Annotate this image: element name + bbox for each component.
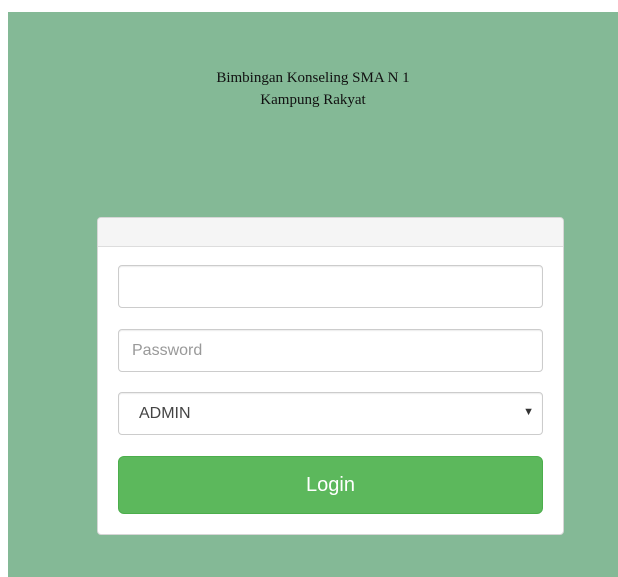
page-title: Bimbingan Konseling SMA N 1 Kampung Raky… [8,67,618,111]
title-line-1: Bimbingan Konseling SMA N 1 [216,70,410,86]
login-panel-heading [98,218,563,247]
login-panel: ADMIN ▼ Login [97,217,564,535]
page-background: Bimbingan Konseling SMA N 1 Kampung Raky… [8,12,618,577]
login-button[interactable]: Login [118,456,543,514]
role-select[interactable]: ADMIN ▼ [118,392,543,435]
caret-down-icon: ▼ [523,406,534,418]
title-line-2: Kampung Rakyat [260,92,366,108]
username-input[interactable] [118,265,543,308]
password-input[interactable] [118,329,543,372]
role-select-value: ADMIN [139,405,191,422]
